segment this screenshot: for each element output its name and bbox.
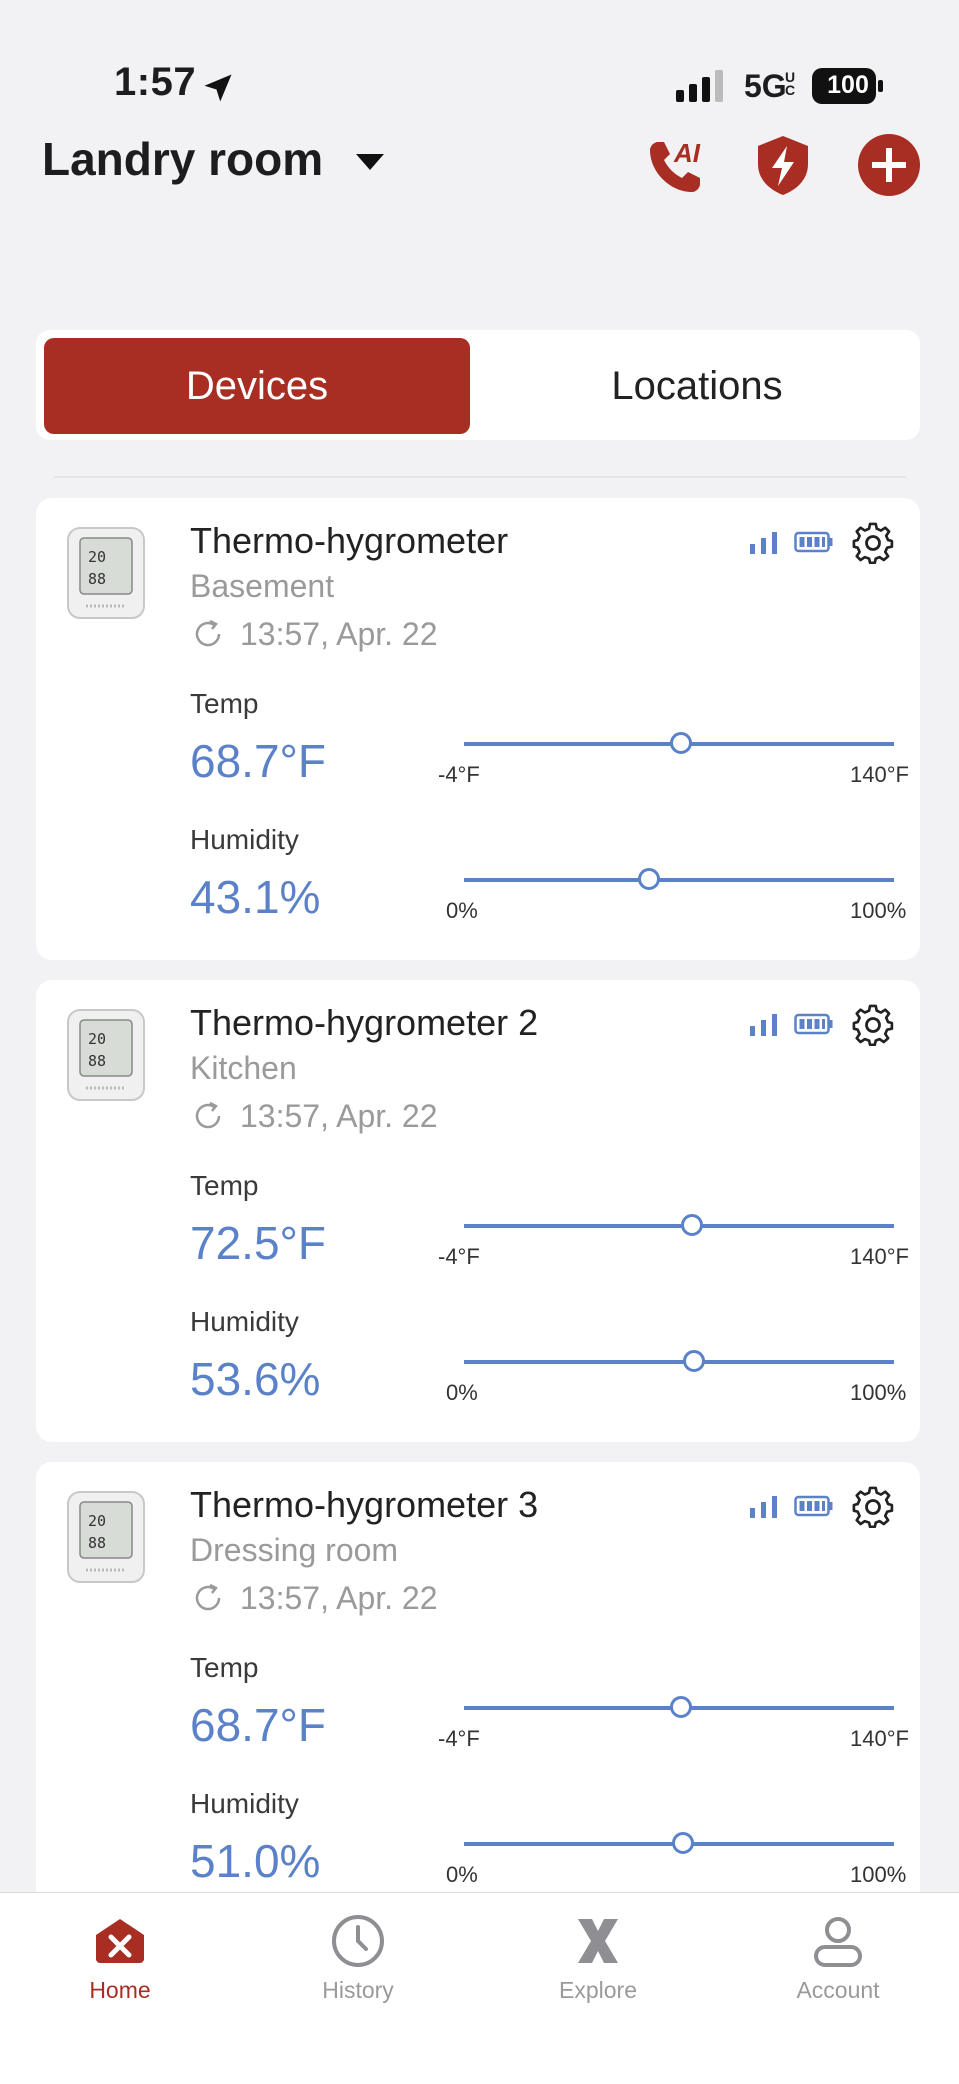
status-time: 1:57: [114, 60, 197, 104]
humidity-range-knob: [683, 1350, 706, 1372]
humidity-label: Humidity: [190, 824, 299, 855]
temp-max: 140°F: [850, 762, 909, 787]
tab-history[interactable]: History: [258, 1913, 458, 2004]
divider: [54, 476, 906, 478]
signal-strength-icon: [750, 532, 777, 554]
devices-locations-segment: Devices Locations: [36, 330, 920, 440]
add-icon[interactable]: [856, 132, 922, 198]
tab-locations[interactable]: Locations: [482, 338, 912, 434]
humidity-range-track: [464, 1360, 894, 1364]
person-icon: [814, 1917, 862, 1967]
signal-strength-icon: [750, 1014, 777, 1036]
refresh-icon[interactable]: [192, 1582, 224, 1614]
temp-value: 72.5°F: [190, 1217, 327, 1269]
device-location: Dressing room: [190, 1532, 399, 1568]
svg-text:20: 20: [88, 1512, 106, 1530]
temp-max: 140°F: [850, 1726, 909, 1751]
humidity-range-track: [464, 878, 894, 882]
svg-text:88: 88: [88, 1534, 106, 1552]
last-updated: 13:57, Apr. 22: [240, 1098, 438, 1134]
last-updated: 13:57, Apr. 22: [240, 616, 438, 652]
cellular-signal-icon: [676, 70, 723, 102]
tab-account-label: Account: [796, 1977, 880, 2003]
temp-min: -4°F: [438, 1244, 480, 1269]
temp-label: Temp: [190, 1170, 259, 1201]
device-card[interactable]: 20 88 Thermo-hygrometer 2 Kitchen 13:57,…: [36, 980, 920, 1442]
temp-range-knob: [669, 732, 692, 754]
temp-value: 68.7°F: [190, 1699, 327, 1751]
network-sub: UC: [785, 69, 796, 98]
temp-min: -4°F: [438, 762, 480, 787]
humidity-value: 53.6%: [190, 1353, 321, 1405]
humidity-range-knob: [638, 868, 661, 890]
thermo-hygrometer-image: 20 88: [67, 1009, 145, 1101]
refresh-icon[interactable]: [192, 618, 224, 650]
network-type: 5G: [744, 68, 787, 104]
refresh-icon[interactable]: [192, 1100, 224, 1132]
tab-history-label: History: [322, 1977, 394, 2003]
bottom-tab-bar: Home History Explore Account: [0, 1892, 959, 2084]
humidity-max: 100%: [850, 898, 907, 923]
svg-text:AI: AI: [673, 138, 701, 168]
temp-range-knob: [681, 1214, 704, 1236]
home-icon: [96, 1919, 144, 1963]
location-arrow-icon: [204, 74, 232, 102]
thermo-hygrometer-image: 20 88: [67, 527, 145, 619]
battery-level-icon: [794, 1013, 833, 1035]
battery-level: 100: [827, 71, 869, 99]
humidity-min: 0%: [446, 1380, 478, 1405]
settings-gear-icon[interactable]: [852, 522, 894, 564]
device-name: Thermo-hygrometer 3: [190, 1484, 539, 1525]
humidity-max: 100%: [850, 1380, 907, 1405]
thermo-hygrometer-image: 20 88: [67, 1491, 145, 1583]
tab-devices[interactable]: Devices: [44, 338, 470, 434]
humidity-min: 0%: [446, 1862, 478, 1887]
tab-explore-label: Explore: [559, 1977, 637, 2003]
humidity-max: 100%: [850, 1862, 907, 1887]
explore-x-icon: [578, 1919, 618, 1963]
device-location: Basement: [190, 568, 335, 604]
battery-level-icon: [794, 531, 833, 553]
device-name: Thermo-hygrometer: [190, 520, 509, 561]
temp-range-knob: [669, 1696, 692, 1718]
ai-call-icon[interactable]: AI: [644, 132, 710, 198]
temp-value: 68.7°F: [190, 735, 327, 787]
device-card[interactable]: 20 88 Thermo-hygrometer 3 Dressing room …: [36, 1462, 920, 1924]
location-selector[interactable]: Landry room: [42, 132, 323, 186]
tab-home[interactable]: Home: [20, 1913, 220, 2004]
device-name: Thermo-hygrometer 2: [190, 1002, 539, 1043]
tab-explore[interactable]: Explore: [498, 1913, 698, 2004]
humidity-min: 0%: [446, 898, 478, 923]
clock-icon: [332, 1915, 384, 1967]
last-updated: 13:57, Apr. 22: [240, 1580, 438, 1616]
shield-bolt-icon[interactable]: [750, 132, 816, 198]
settings-gear-icon[interactable]: [852, 1486, 894, 1528]
humidity-label: Humidity: [190, 1306, 299, 1337]
signal-strength-icon: [750, 1496, 777, 1518]
humidity-label: Humidity: [190, 1788, 299, 1819]
humidity-range-knob: [672, 1832, 695, 1854]
humidity-value: 51.0%: [190, 1835, 321, 1887]
battery-level-icon: [794, 1495, 833, 1517]
chevron-down-icon[interactable]: [356, 152, 384, 172]
temp-min: -4°F: [438, 1726, 480, 1751]
settings-gear-icon[interactable]: [852, 1004, 894, 1046]
svg-text:88: 88: [88, 570, 106, 588]
temp-label: Temp: [190, 1652, 259, 1683]
svg-text:88: 88: [88, 1052, 106, 1070]
device-card[interactable]: 20 88 Thermo-hygrometer Basement 13:57, …: [36, 498, 920, 960]
temp-max: 140°F: [850, 1244, 909, 1269]
tab-account[interactable]: Account: [738, 1913, 938, 2004]
temp-label: Temp: [190, 688, 259, 719]
tab-home-label: Home: [89, 1977, 151, 2003]
svg-text:20: 20: [88, 548, 106, 566]
svg-text:20: 20: [88, 1030, 106, 1048]
device-location: Kitchen: [190, 1050, 297, 1086]
humidity-value: 43.1%: [190, 871, 321, 923]
temp-range-track: [464, 1224, 894, 1228]
